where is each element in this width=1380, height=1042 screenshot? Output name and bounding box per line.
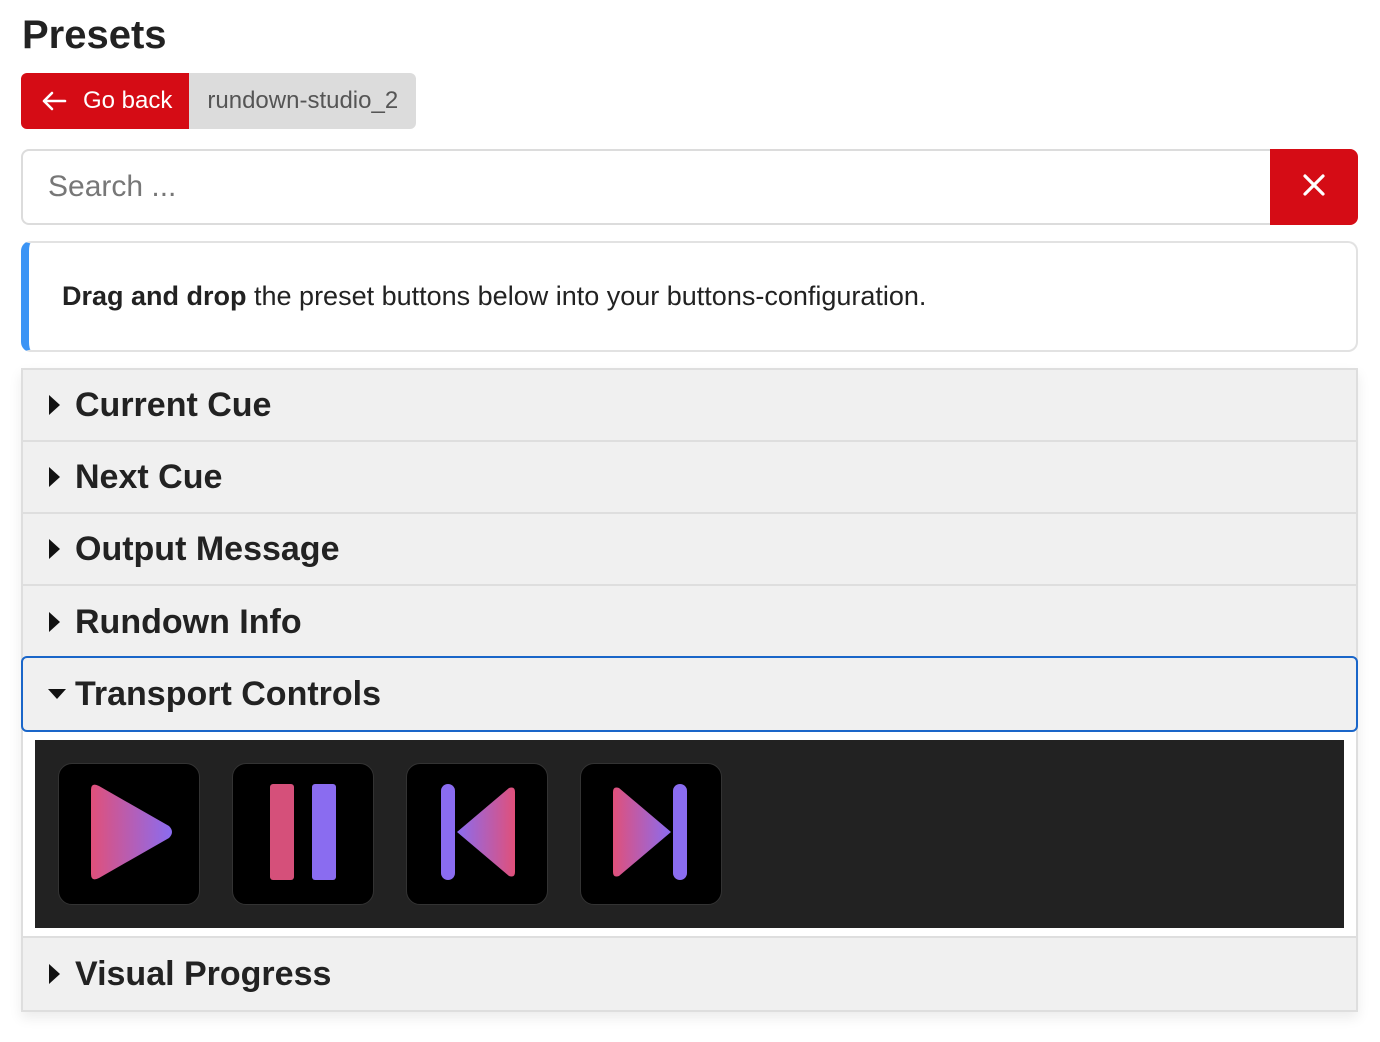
accordion-label: Visual Progress: [75, 954, 332, 993]
accordion-label: Next Cue: [75, 457, 223, 496]
clear-search-button[interactable]: [1270, 149, 1358, 225]
preset-previous-button[interactable]: [406, 763, 548, 905]
accordion-header-current-cue[interactable]: Current Cue: [23, 370, 1356, 442]
accordion-label: Transport Controls: [75, 674, 382, 713]
search-bar: [21, 149, 1358, 225]
preset-accordion: Current Cue Next Cue Output Message Rund…: [21, 368, 1358, 1012]
caret-right-icon: [47, 611, 71, 633]
caret-right-icon: [47, 963, 71, 985]
page-title: Presets: [22, 13, 167, 57]
skip-previous-icon: [437, 782, 517, 887]
caret-right-icon: [47, 466, 71, 488]
accordion-header-transport-controls[interactable]: Transport Controls: [21, 656, 1358, 732]
callout-text: Drag and drop the preset buttons below i…: [62, 281, 926, 312]
accordion-header-output-message[interactable]: Output Message: [23, 514, 1356, 586]
skip-next-icon: [611, 782, 691, 887]
go-back-button[interactable]: Go back: [21, 73, 190, 129]
caret-right-icon: [47, 538, 71, 560]
preset-pause-button[interactable]: [232, 763, 374, 905]
info-callout: Drag and drop the preset buttons below i…: [21, 241, 1358, 352]
accordion-header-rundown-info[interactable]: Rundown Info: [23, 586, 1356, 658]
search-input[interactable]: [21, 149, 1270, 225]
arrow-left-icon: [41, 91, 67, 111]
callout-bold-text: Drag and drop: [62, 281, 247, 311]
caret-right-icon: [47, 394, 71, 416]
pause-icon: [268, 782, 338, 887]
accordion-header-next-cue[interactable]: Next Cue: [23, 442, 1356, 514]
preset-next-button[interactable]: [580, 763, 722, 905]
close-icon: [1302, 173, 1326, 202]
presets-page: Presets Go back rundown-studio_2 Drag an…: [0, 0, 1380, 1042]
connection-label: rundown-studio_2: [189, 73, 417, 129]
preset-play-button[interactable]: [58, 763, 200, 905]
accordion-label: Rundown Info: [75, 602, 302, 641]
preset-button-grid: [35, 740, 1344, 928]
go-back-label: Go back: [83, 87, 173, 114]
header-button-group: Go back rundown-studio_2: [21, 73, 417, 129]
accordion-header-visual-progress[interactable]: Visual Progress: [23, 938, 1356, 1010]
accordion-label: Output Message: [75, 529, 340, 568]
play-icon: [81, 780, 177, 889]
callout-rest-text: the preset buttons below into your butto…: [246, 281, 927, 311]
accordion-label: Current Cue: [75, 385, 272, 424]
caret-down-icon: [47, 687, 71, 701]
transport-controls-panel: [23, 732, 1356, 938]
